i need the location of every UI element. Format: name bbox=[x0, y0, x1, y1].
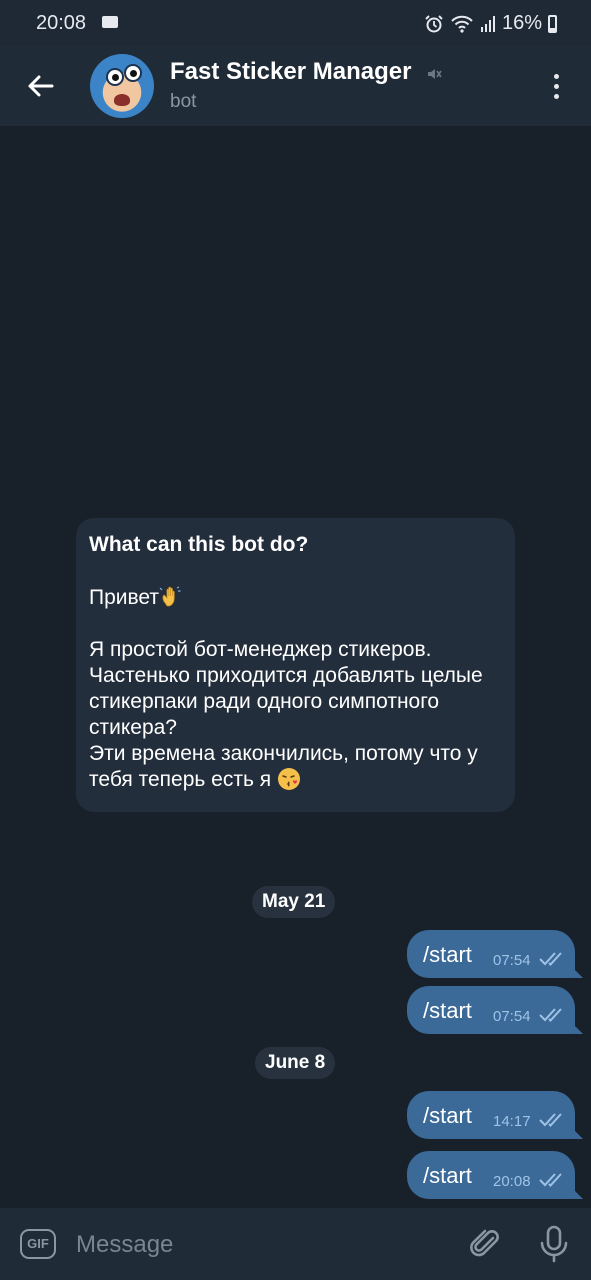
message-time: 07:54 bbox=[493, 952, 531, 969]
battery-percent: 16% bbox=[501, 12, 542, 34]
outgoing-message[interactable]: /start 20:08 bbox=[407, 1151, 575, 1199]
status-time: 20:08 bbox=[36, 12, 87, 34]
status-bar: 20:08 16% bbox=[0, 0, 591, 46]
bot-description-title: What can this bot do? bbox=[89, 533, 309, 556]
outgoing-message[interactable]: /start 14:17 bbox=[407, 1091, 575, 1139]
battery-icon bbox=[548, 14, 557, 33]
message-time: 07:54 bbox=[493, 1008, 531, 1025]
double-check-icon bbox=[539, 1173, 562, 1187]
chat-subtitle: bot bbox=[170, 91, 197, 112]
avatar-eye-left bbox=[106, 68, 124, 86]
message-text: /start bbox=[423, 942, 472, 967]
more-options-button[interactable] bbox=[540, 66, 572, 106]
bot-avatar[interactable] bbox=[90, 54, 154, 118]
chat-header: Fast Sticker Manager bot bbox=[0, 46, 591, 126]
avatar-mouth bbox=[114, 94, 130, 106]
more-vertical-icon bbox=[553, 73, 559, 79]
outgoing-message[interactable]: /start 07:54 bbox=[407, 986, 575, 1034]
message-text: /start bbox=[423, 998, 472, 1023]
signal-icon bbox=[480, 15, 495, 32]
bot-description-body: Я простой бот-менеджер стикеров. Частень… bbox=[89, 637, 502, 793]
folder-icon bbox=[102, 16, 118, 28]
message-text: /start bbox=[423, 1163, 472, 1188]
message-list[interactable]: What can this bot do? Привет Я простой б… bbox=[0, 126, 591, 1208]
message-composer: GIF bbox=[0, 1208, 591, 1280]
waving-hand-emoji-icon bbox=[159, 586, 181, 607]
message-time: 14:17 bbox=[493, 1113, 531, 1130]
back-button[interactable] bbox=[18, 64, 62, 108]
gif-button[interactable]: GIF bbox=[20, 1229, 56, 1259]
microphone-icon[interactable] bbox=[536, 1224, 572, 1264]
back-arrow-icon bbox=[28, 75, 54, 97]
bot-description-card: What can this bot do? Привет Я простой б… bbox=[76, 518, 515, 812]
chat-title[interactable]: Fast Sticker Manager bbox=[170, 58, 411, 86]
wifi-icon bbox=[451, 15, 473, 33]
face-blowing-kiss-emoji-icon bbox=[277, 768, 300, 790]
outgoing-message[interactable]: /start 07:54 bbox=[407, 930, 575, 978]
greeting-text: Привет bbox=[89, 586, 160, 609]
paperclip-icon[interactable] bbox=[468, 1226, 504, 1262]
telegram-chat-screen: 20:08 16% Fast Sticker Manager bot What … bbox=[0, 0, 591, 1280]
double-check-icon bbox=[539, 952, 562, 966]
avatar-eye-right bbox=[124, 64, 142, 82]
message-time: 20:08 bbox=[493, 1173, 531, 1190]
alarm-icon bbox=[425, 14, 443, 32]
double-check-icon bbox=[539, 1008, 562, 1022]
message-input[interactable] bbox=[74, 1226, 458, 1264]
double-check-icon bbox=[539, 1113, 562, 1127]
date-separator: May 21 bbox=[252, 886, 336, 918]
status-indicators: 16% bbox=[424, 12, 557, 35]
date-separator: June 8 bbox=[255, 1047, 336, 1079]
muted-speaker-icon bbox=[428, 69, 442, 79]
message-text: /start bbox=[423, 1103, 472, 1128]
bot-description-greeting: Привет bbox=[89, 584, 502, 611]
